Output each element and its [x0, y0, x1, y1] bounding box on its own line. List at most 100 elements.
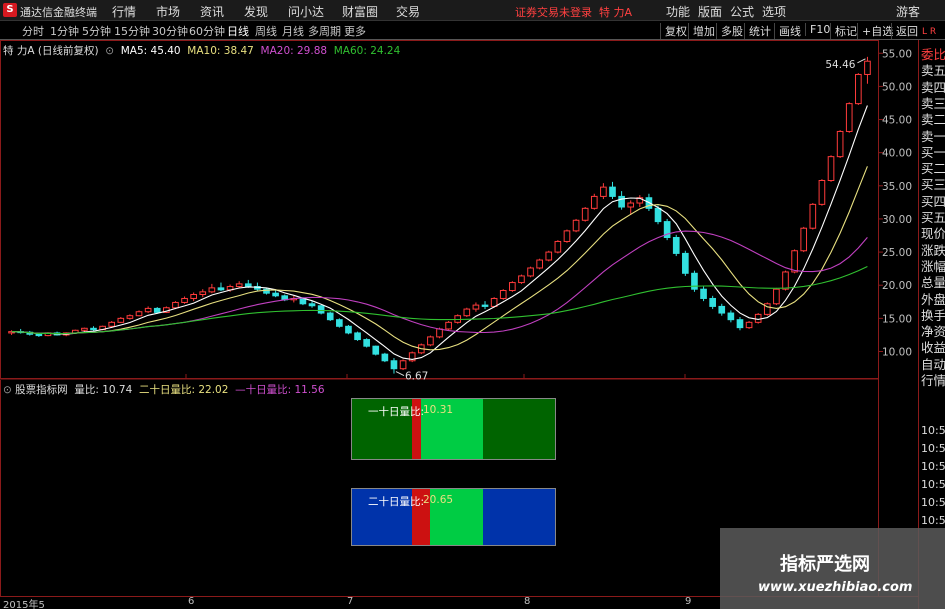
login-status[interactable]: 证券交易未登录 特 力A: [515, 4, 632, 20]
menu-functions[interactable]: 功能: [666, 3, 690, 20]
candle-body: [809, 203, 817, 229]
menu-options[interactable]: 选项: [762, 3, 786, 20]
price-axis-label: 55.00: [882, 48, 912, 60]
tool-add[interactable]: 增加: [688, 23, 715, 39]
menu-wealth[interactable]: 财富圈: [342, 3, 378, 20]
period-15min[interactable]: 15分钟: [114, 23, 150, 39]
candle-body: [199, 291, 207, 295]
candle-body: [417, 344, 425, 354]
sub-info-line: ⊙ 股票指标网 量比: 10.74 二十日量比: 22.02 —十日量比: 11…: [3, 382, 325, 397]
menu-market[interactable]: 市场: [156, 3, 180, 20]
candle-body: [172, 301, 179, 309]
ten-day-ratio-box: 一十日量比: 10.31: [351, 398, 556, 460]
candle-body: [317, 305, 325, 314]
high-pointer: [857, 58, 866, 64]
box2-value: 20.65: [423, 494, 454, 506]
period-weekly[interactable]: 周线: [255, 23, 277, 39]
candle-body: [272, 292, 279, 297]
candle-body: [645, 197, 653, 209]
date-label: 8: [524, 596, 531, 607]
candle-body: [53, 332, 61, 336]
price-axis-label: 50.00: [882, 81, 912, 93]
candle-body: [390, 360, 398, 370]
candle-body: [499, 290, 507, 299]
candle-body: [727, 312, 735, 321]
candle-body: [208, 287, 216, 293]
candle-body: [509, 282, 516, 292]
candle-body: [163, 307, 170, 313]
tool-back[interactable]: 返回: [891, 23, 918, 39]
menu-trade[interactable]: 交易: [396, 3, 420, 20]
quote-panel-item[interactable]: 行情: [921, 370, 945, 389]
tool-f10[interactable]: F10: [805, 23, 830, 36]
candle-body: [818, 180, 826, 205]
ma5-label: MA5: 45.40: [120, 45, 181, 57]
ma10-label: MA10: 38.47: [187, 45, 254, 57]
candle-body: [618, 195, 625, 208]
candle-body: [518, 275, 525, 284]
candle-body: [572, 219, 580, 232]
tool-add-watchlist[interactable]: +自选: [857, 23, 893, 39]
tick-time: 10:50: [921, 496, 945, 509]
tool-multi-stock[interactable]: 多股: [716, 23, 743, 39]
tick-time: 10:50: [921, 442, 945, 455]
period-monthly[interactable]: 月线: [282, 23, 304, 39]
candle-body: [226, 286, 234, 291]
volume-ratio: 量比: 10.74: [74, 384, 133, 396]
candle-body: [263, 288, 270, 294]
price-axis-label: 20.00: [882, 280, 912, 292]
candle-body: [527, 267, 534, 277]
candle-body: [627, 202, 635, 208]
menu-discover[interactable]: 发现: [244, 3, 268, 20]
menu-layout[interactable]: 版面: [698, 3, 722, 20]
menu-quotes[interactable]: 行情: [112, 3, 136, 20]
period-daily[interactable]: 日线: [227, 23, 249, 39]
menu-news[interactable]: 资讯: [200, 3, 224, 20]
candle-body: [864, 60, 871, 75]
candle-body: [254, 286, 261, 290]
main-info-line: 特 力A (日线前复权) ⊙ MA5: 45.40 MA10: 38.47 MA…: [3, 45, 401, 57]
menu-guest[interactable]: 游客: [896, 3, 920, 20]
candle-body: [354, 332, 361, 341]
watermark-title: 指标严选网: [780, 554, 870, 575]
candle-body: [90, 327, 97, 331]
period-60min[interactable]: 60分钟: [189, 23, 225, 39]
candle-body: [763, 303, 771, 315]
period-more[interactable]: 更多: [344, 23, 366, 39]
candle-body: [773, 288, 780, 305]
candle-body: [235, 283, 243, 288]
box2-label: 二十日量比:: [368, 496, 425, 508]
tool-statistics[interactable]: 统计: [744, 23, 771, 39]
tool-restore-rights[interactable]: 复权: [660, 23, 687, 39]
price-axis-label: 30.00: [882, 214, 912, 226]
period-5min[interactable]: 5分钟: [82, 23, 111, 39]
ma60-line: [11, 266, 868, 335]
period-30min[interactable]: 30分钟: [152, 23, 188, 39]
period-1min[interactable]: 1分钟: [50, 23, 79, 39]
tick-time: 10:50: [921, 460, 945, 473]
candle-body: [445, 321, 452, 330]
candle-body: [827, 156, 835, 182]
candle-body: [44, 332, 52, 337]
candle-body: [244, 283, 252, 288]
menu-assistant[interactable]: 问小达: [288, 3, 324, 20]
app-logo-icon: S: [3, 3, 17, 17]
candle-body: [326, 312, 334, 321]
price-axis-label: 25.00: [882, 247, 912, 259]
candle-body: [71, 329, 79, 334]
menu-formula[interactable]: 公式: [730, 3, 754, 20]
tick-time: 10:50: [921, 478, 945, 491]
candle-body: [427, 336, 434, 346]
ma-lines: [11, 105, 868, 360]
candle-body: [190, 293, 197, 299]
tool-draw-line[interactable]: 画线: [774, 23, 801, 39]
candle-body: [736, 319, 744, 329]
candle-body: [490, 297, 498, 307]
tool-mark[interactable]: 标记: [830, 23, 857, 39]
panel-lr-toggle[interactable]: L R: [922, 27, 936, 37]
period-timeshare[interactable]: 分时: [22, 23, 44, 39]
candle-body: [463, 308, 471, 317]
high-label: 54.46: [825, 59, 855, 71]
period-multi[interactable]: 多周期: [308, 23, 341, 39]
box1-value: 10.31: [423, 404, 454, 416]
